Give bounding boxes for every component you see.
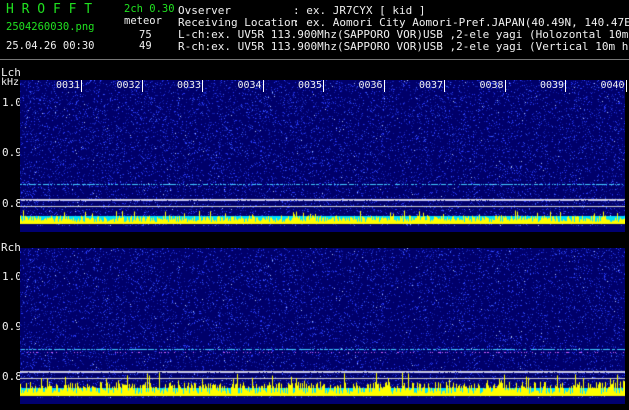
time-tick-mark (565, 80, 566, 92)
time-tick-mark (383, 80, 385, 92)
time-tick-mark (504, 80, 506, 92)
rch-ytick-3: 0.8 (2, 370, 22, 383)
time-tick-mark (141, 80, 143, 92)
observer-value: : ex. JR7CYX [ kid ] (293, 4, 426, 17)
rch-ytick-2: 0.9 (2, 320, 22, 333)
time-tick-0039: 0039 (540, 80, 565, 91)
meteor-count-rch: 49 (139, 40, 152, 52)
time-tick-0037: 0037 (419, 80, 444, 91)
lch-spectrogram (20, 80, 625, 232)
channel-mode: 2ch 0.30 (124, 3, 175, 15)
rch-label: Rch (1, 241, 21, 254)
observer-label: Ovserver (178, 4, 231, 17)
rch-description: R-ch:ex. UV5R 113.900Mhz(SAPPORO VOR)USB… (178, 40, 629, 53)
time-tick-0034: 0034 (237, 80, 262, 91)
time-tick-mark (444, 80, 445, 92)
hroft-spectrogram-window: H R O F F T 2504260030.png 25.04.26 00:3… (0, 0, 629, 410)
time-tick-0033: 0033 (177, 80, 202, 91)
time-tick-mark (323, 80, 324, 92)
lch-ytick-3: 0.8 (2, 197, 22, 210)
meteor-label: meteor (124, 15, 162, 27)
time-tick-mark (81, 80, 82, 92)
app-brand: H R O F F T (6, 2, 93, 17)
time-tick-0036: 0036 (358, 80, 383, 91)
time-tick-0032: 0032 (116, 80, 141, 91)
time-tick-0038: 0038 (479, 80, 504, 91)
lch-ytick-2: 0.9 (2, 146, 22, 159)
file-name: 2504260030.png (6, 21, 95, 33)
location-label: Receiving Location (178, 16, 298, 29)
time-tick-0035: 0035 (298, 80, 323, 91)
date-time: 25.04.26 00:30 (6, 40, 95, 52)
rch-ytick-1: 1.0 (2, 270, 22, 283)
rch-spectrogram (20, 248, 625, 404)
lch-unit: kHz (1, 77, 20, 88)
meteor-count-lch: 75 (139, 29, 152, 41)
location-value: : ex. Aomori City Aomori-Pref.JAPAN(40.4… (293, 16, 629, 29)
time-tick-mark (262, 80, 264, 92)
rch-spectrogram-canvas (20, 248, 625, 404)
lch-spectrogram-canvas (20, 80, 625, 232)
header-divider (0, 59, 629, 60)
time-tick-mark (625, 80, 627, 92)
lch-ytick-1: 1.0 (2, 96, 22, 109)
time-tick-mark (202, 80, 203, 92)
time-tick-0031: 0031 (56, 80, 81, 91)
lch-description: L-ch:ex. UV5R 113.900Mhz(SAPPORO VOR)USB… (178, 28, 629, 41)
time-tick-0040: 0040 (600, 80, 625, 91)
